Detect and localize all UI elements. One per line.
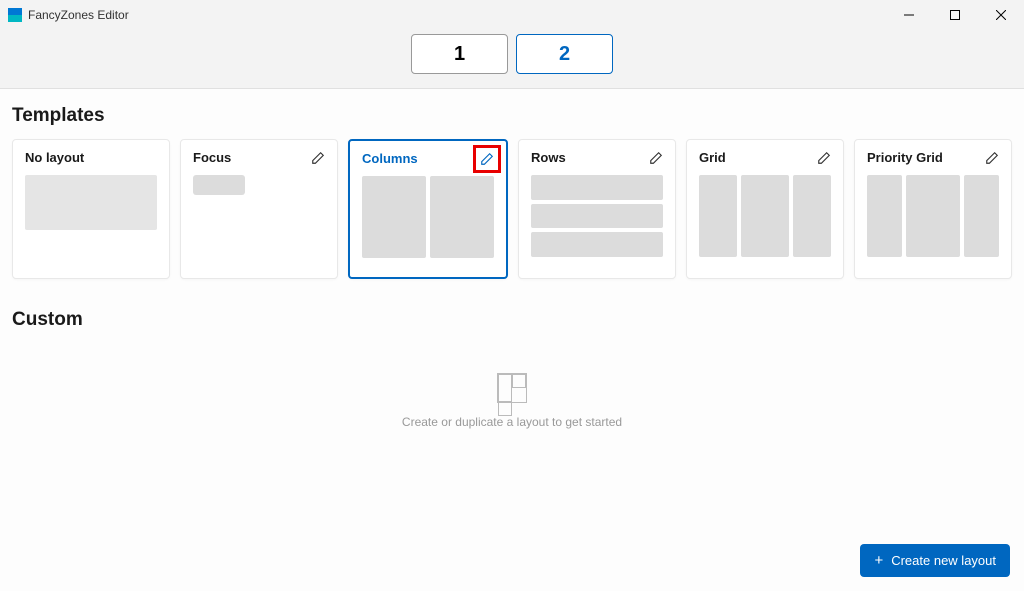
card-title: Priority Grid (867, 150, 943, 165)
preview-columns-icon (362, 176, 494, 258)
pencil-icon[interactable] (311, 151, 325, 165)
create-new-layout-button[interactable]: + Create new layout (860, 544, 1010, 577)
plus-icon: + (874, 552, 883, 569)
templates-heading: Templates (12, 105, 1012, 127)
custom-empty-state: Create or duplicate a layout to get star… (12, 343, 1012, 429)
monitor-tab-2[interactable]: 2 (516, 34, 613, 74)
preview-grid-icon (699, 175, 831, 257)
pencil-icon[interactable] (480, 152, 494, 166)
content-area: Templates No layout Focus Columns (0, 88, 1024, 591)
card-title: Grid (699, 150, 726, 165)
monitor-tabs: 1 2 (0, 30, 1024, 88)
close-button[interactable] (978, 0, 1024, 30)
layout-placeholder-icon (497, 373, 527, 403)
preview-rows-icon (531, 175, 663, 257)
titlebar-left: FancyZones Editor (0, 8, 129, 22)
custom-empty-text: Create or duplicate a layout to get star… (402, 415, 622, 429)
preview-priority-grid-icon (867, 175, 999, 257)
create-button-label: Create new layout (891, 553, 996, 568)
titlebar: FancyZones Editor (0, 0, 1024, 30)
card-title: Rows (531, 150, 566, 165)
preview-no-layout-icon (25, 175, 157, 230)
templates-row: No layout Focus Columns Rows (12, 139, 1012, 279)
maximize-button[interactable] (932, 0, 978, 30)
window-title: FancyZones Editor (28, 8, 129, 22)
pencil-icon[interactable] (817, 151, 831, 165)
template-priority-grid[interactable]: Priority Grid (854, 139, 1012, 279)
custom-heading: Custom (12, 309, 1012, 331)
window-controls (886, 0, 1024, 30)
preview-focus-icon (193, 175, 245, 195)
pencil-icon[interactable] (985, 151, 999, 165)
template-columns[interactable]: Columns (348, 139, 508, 279)
template-rows[interactable]: Rows (518, 139, 676, 279)
card-title: Columns (362, 151, 418, 166)
monitor-tab-1[interactable]: 1 (411, 34, 508, 74)
app-icon (8, 8, 22, 22)
card-title: Focus (193, 150, 231, 165)
template-grid[interactable]: Grid (686, 139, 844, 279)
card-title: No layout (25, 150, 84, 165)
template-focus[interactable]: Focus (180, 139, 338, 279)
pencil-icon[interactable] (649, 151, 663, 165)
minimize-button[interactable] (886, 0, 932, 30)
template-no-layout[interactable]: No layout (12, 139, 170, 279)
